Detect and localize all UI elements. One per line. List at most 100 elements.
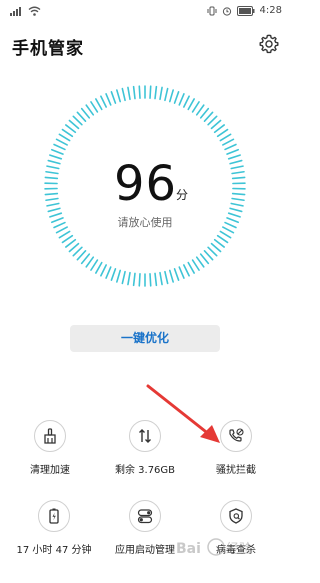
dial-tick	[231, 192, 246, 196]
dial-tick	[203, 250, 214, 261]
dial-tick	[173, 268, 180, 281]
dial-tick	[53, 143, 66, 151]
dial-tick	[154, 85, 158, 100]
dial-tick	[231, 176, 246, 180]
tool-label: 17 小时 47 分钟	[16, 545, 92, 556]
dial-tick	[65, 124, 77, 134]
dial-tick	[72, 115, 83, 126]
dial-tick	[49, 154, 63, 160]
dial-tick	[44, 176, 59, 180]
dial-tick	[173, 91, 180, 104]
battery-icon	[38, 500, 70, 532]
dial-tick	[45, 197, 59, 202]
dial-tick	[227, 154, 241, 160]
dial-tick	[222, 138, 235, 146]
dial-tick	[224, 143, 237, 151]
dial-tick	[138, 273, 141, 287]
dial-tick	[132, 85, 136, 100]
tool-label: 清理加速	[30, 465, 70, 476]
dial-tick	[80, 253, 91, 265]
dial-tick	[85, 256, 95, 268]
dial-tick	[72, 246, 83, 257]
dial-tick	[195, 104, 205, 116]
dial-tick	[76, 111, 87, 122]
dial-tick	[199, 107, 210, 119]
dial-tick	[47, 159, 61, 165]
dial-tick	[219, 133, 232, 142]
dial-tick	[138, 85, 141, 99]
dial-tick	[203, 111, 214, 122]
dial-tick	[229, 159, 243, 165]
dial-tick	[219, 230, 232, 239]
dial-tick	[159, 86, 163, 101]
gear-icon[interactable]	[258, 33, 280, 55]
dial-tick	[199, 253, 210, 265]
dial-tick	[183, 95, 190, 108]
dial-tick	[183, 264, 190, 277]
dial-tick	[68, 242, 80, 253]
dial-tick	[207, 246, 218, 257]
broom-icon	[34, 420, 66, 452]
dial-tick	[231, 197, 245, 202]
dial-tick	[105, 93, 112, 106]
tool-cleanup[interactable]: 清理加速	[2, 420, 98, 476]
dial-tick	[230, 165, 244, 170]
dial-tick	[187, 98, 195, 111]
dial-tick	[110, 91, 117, 104]
dial-tick	[154, 272, 158, 287]
score-subtitle: 请放心使用	[117, 216, 173, 229]
dial-tick	[210, 242, 222, 253]
page-title: 手机管家	[12, 39, 84, 59]
tool-storage[interactable]: 剩余 3.76GB	[97, 420, 193, 476]
alarm-icon	[222, 6, 231, 16]
dial-tick	[121, 270, 126, 285]
dial-tick	[90, 101, 99, 113]
tool-harassment-block[interactable]: 骚扰拦截	[188, 420, 284, 476]
dial-tick	[46, 202, 60, 207]
dial-tick	[46, 165, 60, 170]
dial-tick	[61, 234, 74, 244]
dial-tick	[178, 93, 185, 106]
dial-tick	[213, 238, 225, 248]
dial-tick	[226, 148, 239, 155]
dial-tick	[216, 128, 229, 138]
dial-tick	[95, 98, 103, 111]
transfer-arrows-icon	[129, 420, 161, 452]
optimize-button[interactable]: 一键优化	[70, 325, 220, 352]
dial-tick	[127, 271, 131, 286]
vibrate-icon	[207, 6, 217, 15]
dial-tick	[191, 259, 200, 271]
dial-tick	[164, 87, 169, 102]
dial-tick	[121, 87, 126, 102]
dial-tick	[195, 256, 205, 268]
wifi-icon	[28, 6, 41, 16]
dial-tick	[90, 259, 99, 271]
dial-tick	[164, 270, 169, 285]
dial-tick	[51, 148, 64, 155]
tool-virus-scan[interactable]: 病毒查杀	[188, 500, 284, 556]
dial-tick	[100, 264, 107, 277]
dial-tick	[76, 250, 87, 261]
dial-tick	[159, 271, 163, 286]
app-header: 手机管家	[0, 30, 290, 62]
dial-tick	[229, 207, 243, 213]
signal-icon	[10, 7, 21, 16]
score-unit: 分	[176, 188, 189, 202]
dial-tick	[132, 272, 136, 287]
dial-tick	[45, 170, 59, 175]
tool-label: 骚扰拦截	[216, 465, 256, 476]
clock-time: 4:28	[259, 5, 282, 16]
battery-icon	[236, 5, 255, 16]
score-value: 96	[114, 156, 178, 212]
toggle-icon	[129, 500, 161, 532]
phone-block-icon	[220, 420, 252, 452]
dial-tick	[230, 202, 244, 207]
dial-tick	[47, 207, 61, 213]
dial-tick	[210, 119, 222, 130]
shield-icon	[220, 500, 252, 532]
tool-battery[interactable]: 17 小时 47 分钟	[6, 500, 102, 556]
dial-tick	[216, 234, 229, 244]
tool-app-launch[interactable]: 应用启动管理	[97, 500, 193, 556]
dial-tick	[100, 95, 107, 108]
dial-tick	[44, 192, 59, 196]
